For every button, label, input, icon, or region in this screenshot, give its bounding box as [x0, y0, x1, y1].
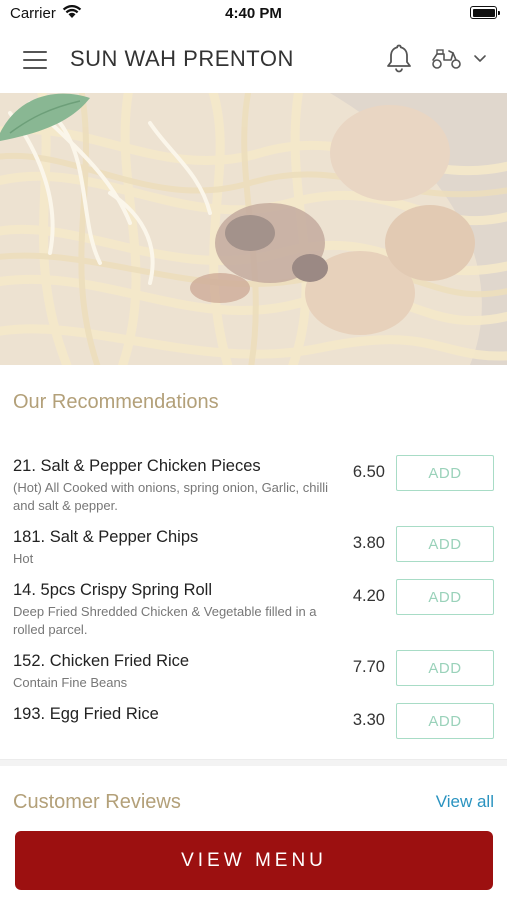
- item-name: 181. Salt & Pepper Chips: [13, 528, 199, 546]
- add-button[interactable]: ADD: [396, 579, 494, 615]
- app-header: SUN WAH PRENTON: [0, 26, 507, 93]
- item-price: 6.50: [352, 463, 385, 481]
- battery-icon: [470, 6, 500, 19]
- item-price: 3.30: [352, 711, 385, 729]
- item-price: 4.20: [352, 587, 385, 605]
- view-menu-button[interactable]: VIEW MENU: [15, 831, 493, 890]
- hero-food-image: [0, 93, 507, 365]
- status-time: 4:40 PM: [225, 5, 282, 22]
- menu-icon[interactable]: [23, 51, 47, 69]
- item-description: Contain Fine Beans: [13, 675, 128, 690]
- item-description: Deep Fried Shredded Chicken & Vegetable …: [13, 604, 317, 637]
- add-button[interactable]: ADD: [396, 703, 494, 739]
- reviews-title: Customer Reviews: [13, 791, 181, 813]
- item-description: Hot: [13, 551, 34, 566]
- bell-icon[interactable]: [385, 43, 413, 73]
- item-name: 152. Chicken Fried Rice: [13, 652, 190, 670]
- item-name: 21. Salt & Pepper Chicken Pieces: [13, 457, 261, 475]
- scooter-icon[interactable]: [431, 46, 463, 70]
- add-button[interactable]: ADD: [396, 650, 494, 686]
- status-bar: Carrier 4:40 PM: [0, 0, 507, 26]
- chevron-down-icon[interactable]: [473, 52, 487, 64]
- item-description: (Hot) All Cooked with onions, spring oni…: [13, 480, 329, 513]
- item-name: 14. 5pcs Crispy Spring Roll: [13, 581, 212, 599]
- add-button[interactable]: ADD: [396, 526, 494, 562]
- item-name: 193. Egg Fried Rice: [13, 705, 159, 723]
- recommendations-title: Our Recommendations: [13, 391, 219, 413]
- item-price: 7.70: [352, 658, 385, 676]
- restaurant-title: SUN WAH PRENTON: [70, 46, 294, 71]
- view-all-reviews-link[interactable]: View all: [436, 792, 494, 812]
- section-divider: [0, 759, 507, 766]
- item-price: 3.80: [352, 534, 385, 552]
- add-button[interactable]: ADD: [396, 455, 494, 491]
